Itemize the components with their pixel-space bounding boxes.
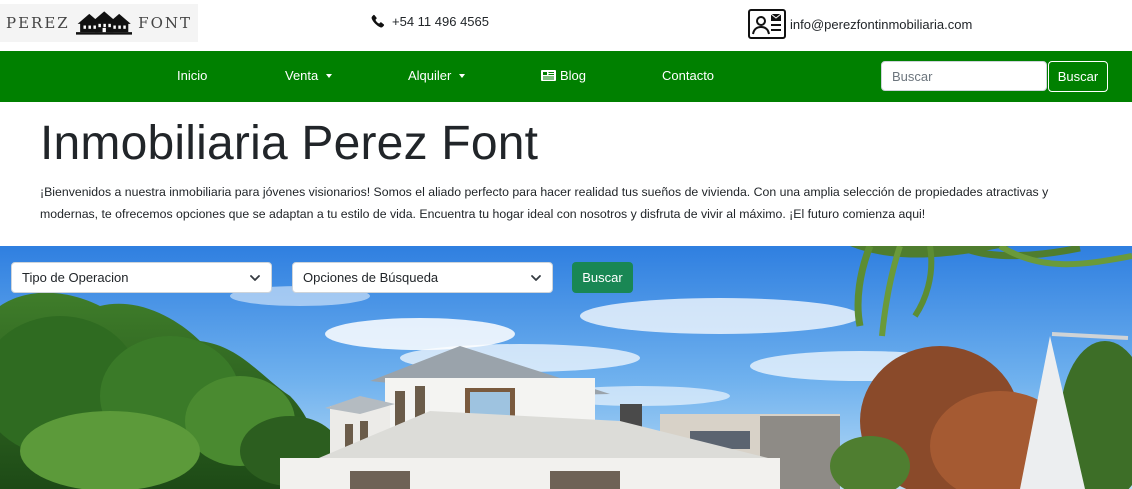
intro-paragraph: ¡Bienvenidos a nuestra inmobiliaria para… bbox=[40, 185, 1049, 221]
email-address: info@perezfontinmobiliaria.com bbox=[790, 16, 973, 32]
nav-item-inicio[interactable]: Inicio bbox=[177, 68, 207, 83]
search-options-value: Opciones de Búsqueda bbox=[303, 270, 439, 285]
nav-item-label: Venta bbox=[285, 68, 319, 83]
nav-search-button[interactable]: Buscar bbox=[1048, 61, 1108, 92]
logo-word-right: FONT bbox=[138, 14, 192, 32]
nav-item-label: Blog bbox=[560, 68, 587, 83]
phone-number: +54 11 496 4565 bbox=[392, 14, 489, 29]
caret-down-icon bbox=[326, 73, 333, 78]
logo[interactable]: PEREZ FONT bbox=[0, 4, 198, 42]
page-title: Inmobiliaria Perez Font bbox=[40, 117, 539, 170]
houses-icon bbox=[75, 11, 133, 35]
nav-item-venta[interactable]: Venta bbox=[285, 68, 333, 83]
nav-search-input[interactable] bbox=[881, 61, 1047, 91]
nav-item-label: Alquiler bbox=[408, 68, 452, 83]
email-contact[interactable]: info@perezfontinmobiliaria.com bbox=[748, 9, 972, 39]
contact-card-mail-icon bbox=[748, 9, 786, 39]
operation-type-select[interactable]: Tipo de Operacion bbox=[11, 262, 272, 293]
nav-item-alquiler[interactable]: Alquiler bbox=[408, 68, 466, 83]
nav-item-label: Inicio bbox=[177, 68, 208, 83]
newspaper-icon bbox=[541, 70, 556, 81]
main-navbar: Inicio Venta Alquiler Blog Contacto Busc… bbox=[0, 51, 1132, 102]
nav-item-contacto[interactable]: Contacto bbox=[662, 68, 714, 83]
hero-banner: Tipo de Operacion Opciones de Búsqueda B… bbox=[0, 246, 1132, 489]
phone-contact[interactable]: +54 11 496 4565 bbox=[370, 14, 489, 29]
top-contact-bar: PEREZ FONT +54 11 496 4565 info@perezfon… bbox=[0, 0, 1132, 51]
logo-word-left: PEREZ bbox=[6, 14, 70, 32]
hero-search-button[interactable]: Buscar bbox=[572, 262, 633, 293]
search-options-select[interactable]: Opciones de Búsqueda bbox=[292, 262, 553, 293]
caret-down-icon bbox=[459, 73, 466, 78]
nav-item-blog[interactable]: Blog bbox=[541, 68, 586, 83]
chevron-down-icon bbox=[531, 275, 541, 281]
nav-item-label: Contacto bbox=[662, 68, 715, 83]
phone-icon bbox=[371, 14, 385, 28]
operation-type-value: Tipo de Operacion bbox=[22, 270, 129, 285]
chevron-down-icon bbox=[250, 275, 260, 281]
